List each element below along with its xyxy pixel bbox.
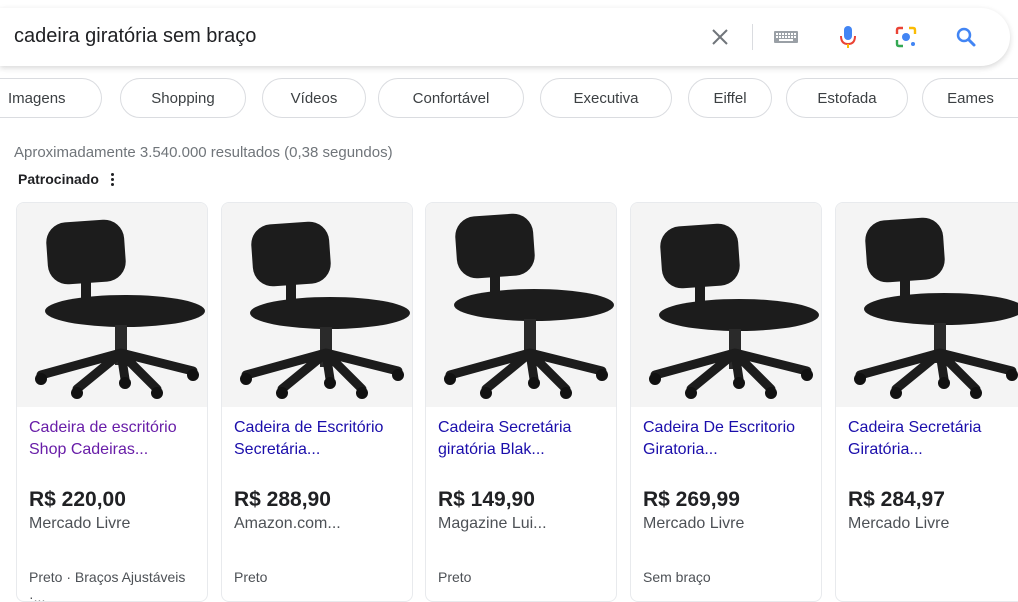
product-title[interactable]: Cadeira Secretária Giratória...: [848, 417, 1018, 483]
product-detail: Preto: [234, 569, 268, 585]
product-image[interactable]: [836, 203, 1018, 407]
product-store: Mercado Livre: [643, 515, 745, 532]
product-card[interactable]: Cadeira Secretária Giratória... R$ 284,9…: [835, 202, 1018, 602]
product-image[interactable]: [17, 203, 207, 407]
chip-eiffel[interactable]: Eiffel: [688, 78, 772, 118]
chip-confortavel[interactable]: Confortável: [378, 78, 524, 118]
product-card[interactable]: Cadeira De Escritorio Giratoria... R$ 26…: [630, 202, 822, 602]
keyboard-icon[interactable]: [770, 21, 802, 53]
product-store: Amazon.com...: [234, 515, 341, 532]
chip-videos[interactable]: Vídeos: [262, 78, 366, 118]
lens-icon[interactable]: [890, 21, 922, 53]
product-price: R$ 288,90: [234, 488, 331, 511]
product-detail: Preto · Braços Ajustáveis ·...: [29, 569, 186, 602]
chip-estofada[interactable]: Estofada: [786, 78, 908, 118]
product-title[interactable]: Cadeira De Escritorio Giratoria...: [643, 417, 815, 483]
clear-icon[interactable]: [704, 21, 736, 53]
product-title[interactable]: Cadeira de Escritório Secretária...: [234, 417, 406, 483]
product-card[interactable]: Cadeira de Escritório Secretária... R$ 2…: [221, 202, 413, 602]
microphone-icon[interactable]: [832, 21, 864, 53]
product-title[interactable]: Cadeira de escritório Shop Cadeiras...: [29, 417, 201, 483]
filter-chips: Imagens Shopping Vídeos Confortável Exec…: [0, 78, 1018, 122]
search-icon[interactable]: [950, 21, 982, 53]
product-detail: Preto: [438, 569, 472, 585]
product-price: R$ 269,99: [643, 488, 740, 511]
product-card[interactable]: Cadeira Secretária giratória Blak... R$ …: [425, 202, 617, 602]
product-title[interactable]: Cadeira Secretária giratória Blak...: [438, 417, 610, 483]
product-store: Mercado Livre: [29, 515, 131, 532]
more-options-icon[interactable]: [110, 172, 114, 186]
chip-shopping[interactable]: Shopping: [120, 78, 246, 118]
search-input[interactable]: cadeira giratória sem braço: [14, 25, 256, 48]
product-store: Mercado Livre: [848, 515, 950, 532]
chip-imagens[interactable]: Imagens: [0, 78, 102, 118]
chip-executiva[interactable]: Executiva: [540, 78, 672, 118]
search-bar: cadeira giratória sem braço: [0, 8, 1010, 66]
product-store: Magazine Lui...: [438, 515, 547, 532]
product-image[interactable]: [426, 203, 616, 407]
sponsored-label: Patrocinado: [18, 171, 99, 187]
product-image[interactable]: [222, 203, 412, 407]
chip-eames[interactable]: Eames: [922, 78, 1018, 118]
product-price: R$ 149,90: [438, 488, 535, 511]
sponsored-header: Patrocinado: [18, 171, 114, 187]
product-price: R$ 284,97: [848, 488, 945, 511]
product-image[interactable]: [631, 203, 821, 407]
results-count: Aproximadamente 3.540.000 resultados (0,…: [14, 144, 393, 161]
divider: [752, 24, 753, 50]
product-card[interactable]: Cadeira de escritório Shop Cadeiras... R…: [16, 202, 208, 602]
product-price: R$ 220,00: [29, 488, 126, 511]
product-detail: Sem braço: [643, 569, 711, 585]
